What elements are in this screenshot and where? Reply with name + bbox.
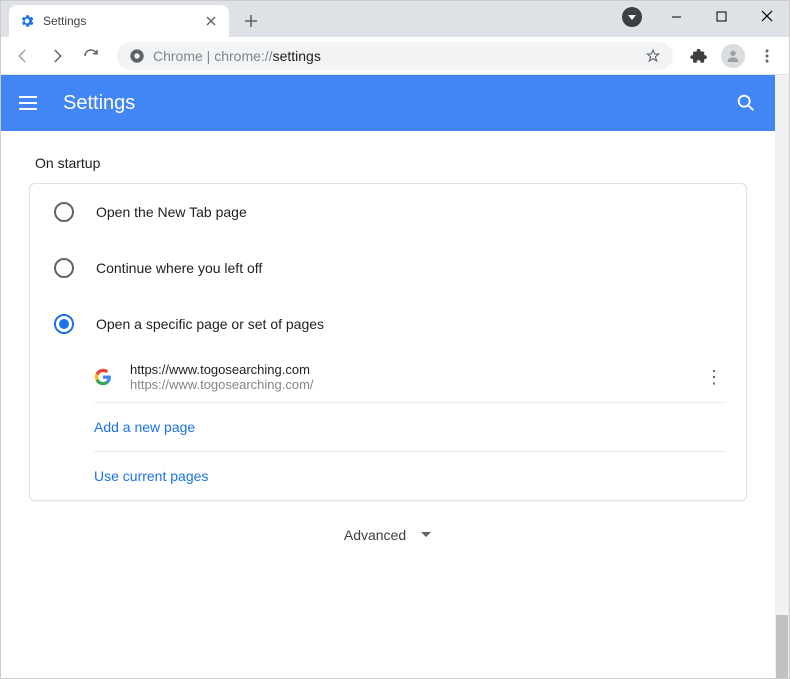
menu-icon[interactable] [753,42,781,70]
advanced-label: Advanced [344,527,406,543]
minimize-button[interactable] [654,1,699,31]
hamburger-icon[interactable] [19,91,43,115]
notification-icon[interactable] [622,7,642,27]
address-bar[interactable]: Chrome | chrome://settings [117,42,673,70]
reload-button[interactable] [77,42,105,70]
radio-label: Open the New Tab page [96,204,247,220]
window-titlebar: Settings [1,1,789,37]
profile-avatar[interactable] [719,42,747,70]
maximize-button[interactable] [699,1,744,31]
radio-option-specific[interactable]: Open a specific page or set of pages [30,296,746,352]
settings-title: Settings [63,92,135,115]
startup-card: Open the New Tab page Continue where you… [29,183,747,501]
startup-pages-section: https://www.togosearching.com https://ww… [30,352,746,500]
tab-title: Settings [43,14,203,28]
settings-content: Settings On startup Open the New Tab pag… [1,75,775,678]
section-title: On startup [35,155,747,171]
extensions-icon[interactable] [685,42,713,70]
add-page-link[interactable]: Add a new page [94,403,726,452]
settings-search-icon[interactable] [735,92,757,114]
scrollbar[interactable] [775,75,789,678]
gear-icon [19,13,35,29]
new-tab-button[interactable] [237,7,265,35]
forward-button[interactable] [43,42,71,70]
browser-tab[interactable]: Settings [9,5,229,37]
bookmark-star-icon[interactable] [645,48,661,64]
page-title: https://www.togosearching.com [130,362,702,377]
chrome-icon [129,48,145,64]
browser-toolbar: Chrome | chrome://settings [1,37,789,75]
page-more-icon[interactable]: ⋮ [702,368,726,386]
radio-icon [54,314,74,334]
radio-option-newtab[interactable]: Open the New Tab page [30,184,746,240]
window-controls [622,1,789,37]
page-url: https://www.togosearching.com/ [130,377,702,392]
use-current-pages-link[interactable]: Use current pages [94,452,726,500]
scrollbar-thumb[interactable] [776,615,788,678]
radio-icon [54,258,74,278]
radio-option-continue[interactable]: Continue where you left off [30,240,746,296]
back-button[interactable] [9,42,37,70]
close-icon[interactable] [203,13,219,29]
settings-header: Settings [1,75,775,131]
startup-page-row: https://www.togosearching.com https://ww… [94,352,726,403]
advanced-toggle[interactable]: Advanced [29,501,747,603]
google-favicon-icon [94,368,112,386]
radio-label: Continue where you left off [96,260,262,276]
address-text: Chrome | chrome://settings [153,48,321,64]
radio-icon [54,202,74,222]
radio-label: Open a specific page or set of pages [96,316,324,332]
close-window-button[interactable] [744,1,789,31]
chevron-down-icon [420,529,432,541]
